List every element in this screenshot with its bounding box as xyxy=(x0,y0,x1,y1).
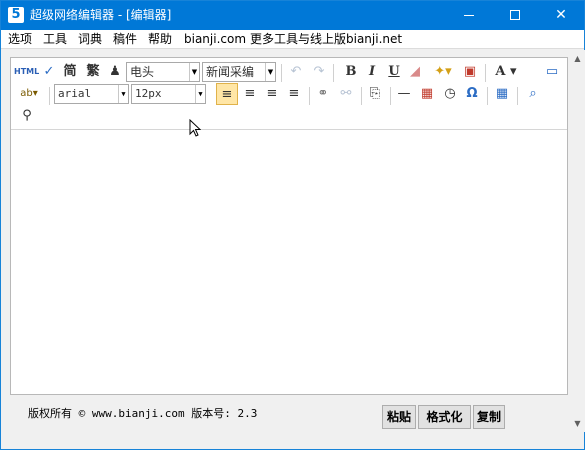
stamp-icon[interactable]: ♟ xyxy=(104,61,126,83)
toolbar-divider xyxy=(487,87,488,105)
bold-button[interactable]: B xyxy=(340,61,362,83)
italic-button[interactable]: I xyxy=(361,61,383,83)
redo-icon[interactable]: ↷ xyxy=(308,61,330,83)
find-icon[interactable]: ⌕ xyxy=(522,83,544,105)
minimize-icon xyxy=(464,14,474,16)
editor-content-area[interactable] xyxy=(11,130,567,394)
chevron-down-icon: ▼ xyxy=(265,63,275,81)
window-title: 超级网络编辑器 - [编辑器] xyxy=(30,8,172,22)
heading-select[interactable]: 电头 ▼ xyxy=(126,62,200,82)
font-family-value: arial xyxy=(58,87,92,100)
font-color-button[interactable]: A ▾ xyxy=(491,61,521,83)
spellcheck-icon[interactable]: ✓ xyxy=(38,61,60,83)
preview-icon[interactable]: ▭ xyxy=(541,61,563,83)
chevron-down-icon: ▼ xyxy=(189,63,199,81)
maximize-button[interactable] xyxy=(492,1,538,30)
eraser-icon[interactable]: ◢ xyxy=(404,61,426,83)
table-icon[interactable]: ▦ xyxy=(491,83,513,105)
title-bar[interactable]: 5 超级网络编辑器 - [编辑器] ✕ xyxy=(1,1,584,30)
mouse-cursor-icon xyxy=(189,119,201,137)
toolbar-divider xyxy=(485,64,486,82)
format-button[interactable]: 格式化 xyxy=(418,405,471,429)
style-select-value: 新闻采编 xyxy=(206,65,255,79)
editor-frame: HTML ✓ 简 繁 ♟ 电头 ▼ 新闻采编 ▼ ↶ ↷ B I U ◢ ✦▾ … xyxy=(10,57,568,395)
toolbar-divider xyxy=(390,87,391,105)
menu-more-tools[interactable]: 更多工具与线上版bianji.net xyxy=(250,32,402,47)
app-logo-icon: 5 xyxy=(8,7,24,23)
spell-label: ab xyxy=(20,88,33,99)
copy-button[interactable]: 复制 xyxy=(473,405,505,429)
unlink-icon[interactable]: ⚯ xyxy=(335,83,357,105)
traditional-icon[interactable]: 繁 xyxy=(82,61,104,83)
page-break-icon[interactable]: ⎘ xyxy=(364,83,386,105)
chevron-down-icon: ▼ xyxy=(195,85,205,103)
menu-help[interactable]: 帮助 xyxy=(148,32,172,47)
menu-manuscript[interactable]: 稿件 xyxy=(113,32,137,47)
editor-toolbar: HTML ✓ 简 繁 ♟ 电头 ▼ 新闻采编 ▼ ↶ ↷ B I U ◢ ✦▾ … xyxy=(11,58,567,130)
toolbar-divider xyxy=(309,87,310,105)
scroll-down-icon[interactable]: ▼ xyxy=(570,415,585,432)
magic-wand-icon[interactable]: ✦▾ xyxy=(428,61,458,83)
menu-dictionary[interactable]: 词典 xyxy=(78,32,102,47)
app-window: 5 超级网络编辑器 - [编辑器] ✕ 选项 工具 词典 稿件 帮助 bianj… xyxy=(0,0,585,450)
horizontal-rule-icon[interactable]: — xyxy=(393,83,415,105)
paste-icon[interactable]: ▣ xyxy=(459,61,481,83)
copyright-text: 版权所有 © www.bianji.com 版本号: 2.3 xyxy=(28,407,258,420)
simplified-icon[interactable]: 简 xyxy=(59,61,81,83)
link-icon[interactable]: ⚭ xyxy=(312,83,334,105)
align-right-icon[interactable]: ≡ xyxy=(261,83,283,105)
align-center-icon[interactable]: ≡ xyxy=(239,83,261,105)
heading-select-value: 电头 xyxy=(130,65,155,79)
toolbar-divider xyxy=(281,64,282,82)
font-size-value: 12px xyxy=(135,87,162,100)
menu-bar: 选项 工具 词典 稿件 帮助 bianji.com 更多工具与线上版bianji… xyxy=(1,30,584,49)
font-size-select[interactable]: 12px ▼ xyxy=(131,84,206,104)
vertical-scrollbar[interactable]: ▲ ▼ xyxy=(570,50,585,432)
spell-options-button[interactable]: ab▾ xyxy=(14,83,44,105)
undo-icon[interactable]: ↶ xyxy=(285,61,307,83)
menu-bianji-com[interactable]: bianji.com xyxy=(184,32,246,47)
menu-tools[interactable]: 工具 xyxy=(43,32,67,47)
toolbar-divider xyxy=(361,87,362,105)
close-button[interactable]: ✕ xyxy=(538,1,584,30)
maximize-icon xyxy=(510,10,520,20)
menu-options[interactable]: 选项 xyxy=(8,32,32,47)
style-select[interactable]: 新闻采编 ▼ xyxy=(202,62,276,82)
special-char-icon[interactable]: Ω xyxy=(461,83,483,105)
clock-icon[interactable]: ◷ xyxy=(439,83,461,105)
chevron-down-icon: ▼ xyxy=(118,85,128,103)
align-left-icon[interactable]: ≡ xyxy=(216,83,238,105)
toolbar-divider xyxy=(333,64,334,82)
binoculars-icon[interactable]: ⚲ xyxy=(16,105,38,127)
calendar-icon[interactable]: ▦ xyxy=(416,83,438,105)
scroll-up-icon[interactable]: ▲ xyxy=(570,50,585,67)
paste-button[interactable]: 粘贴 xyxy=(382,405,416,429)
toolbar-divider xyxy=(517,87,518,105)
font-color-label: A xyxy=(495,64,506,79)
toolbar-divider xyxy=(49,87,50,105)
html-icon[interactable]: HTML xyxy=(14,61,39,83)
font-family-select[interactable]: arial ▼ xyxy=(54,84,129,104)
minimize-button[interactable] xyxy=(446,1,492,30)
underline-button[interactable]: U xyxy=(383,61,405,83)
justify-icon[interactable]: ≡ xyxy=(283,83,305,105)
